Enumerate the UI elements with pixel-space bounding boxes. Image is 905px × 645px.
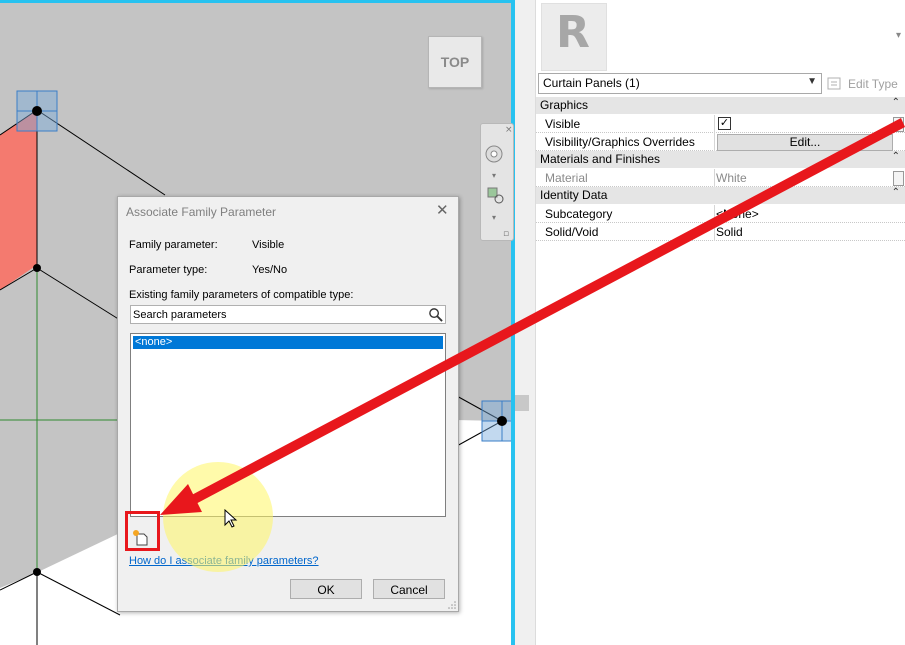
annotation-arrow — [160, 118, 905, 515]
mouse-cursor-icon — [224, 509, 238, 528]
